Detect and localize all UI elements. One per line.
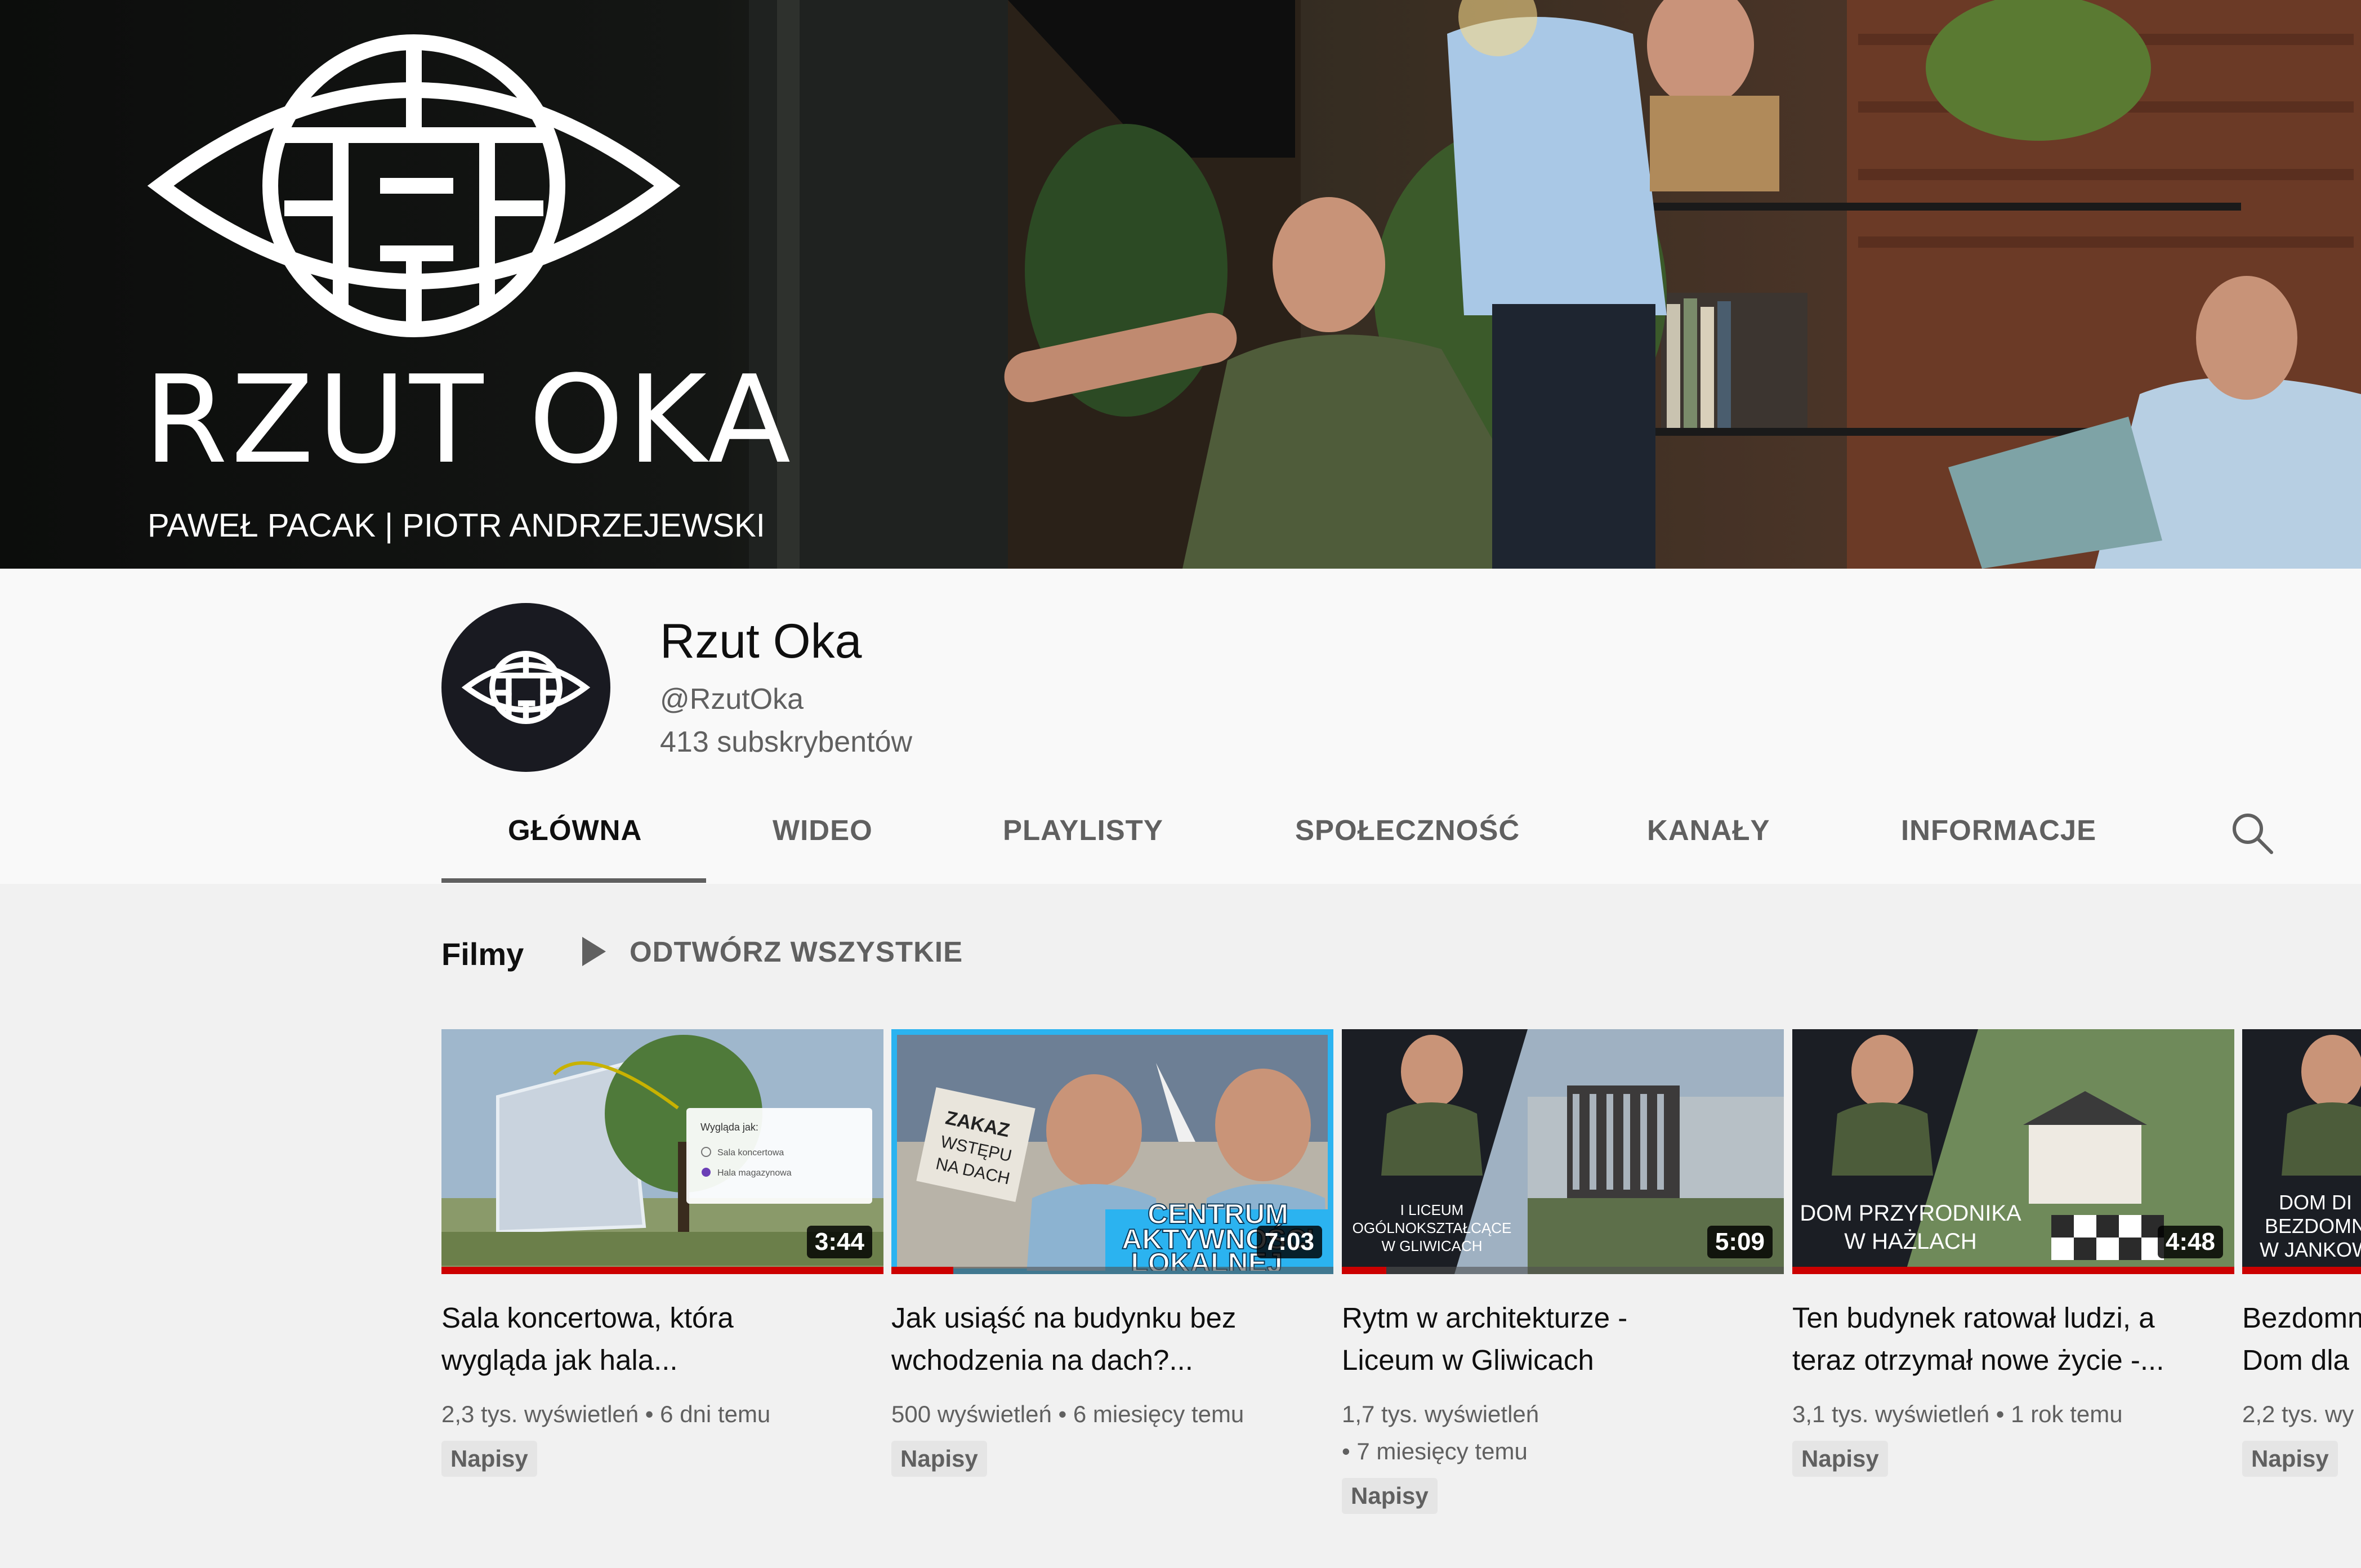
watch-progress-track xyxy=(891,1267,1333,1274)
watch-progress-bar xyxy=(1792,1267,2234,1274)
video-meta: 2,3 tys. wyświetleń • 6 dni temu xyxy=(441,1396,881,1433)
tab-informacje[interactable]: INFORMACJE xyxy=(1901,814,2096,847)
video-thumbnail[interactable]: I LICEUM OGÓLNOKSZTAŁCĄCE W GLIWICACH 5:… xyxy=(1342,1029,1784,1274)
video-meta-line: • 7 miesięcy temu xyxy=(1342,1438,1528,1464)
video-title-line[interactable]: wygląda jak hala... xyxy=(441,1339,875,1381)
banner-subtitle: PAWEŁ PACAK | PIOTR ANDRZEJEWSKI xyxy=(148,507,765,544)
video-meta-line: 500 wyświetleń • 6 miesięcy temu xyxy=(891,1401,1244,1427)
video-meta-line: 3,1 tys. wyświetleń • 1 rok temu xyxy=(1792,1401,2123,1427)
play-icon xyxy=(582,937,606,966)
eye-maze-icon xyxy=(461,650,591,725)
video-meta-line: 2,3 tys. wyświetleń • 6 dni temu xyxy=(441,1401,771,1427)
thumb-caption: BEZDOMN xyxy=(2265,1214,2361,1238)
video-title[interactable]: Ten budynek ratował ludzi, a teraz otrzy… xyxy=(1792,1297,2226,1381)
video-meta-line: 1,7 tys. wyświetleń xyxy=(1342,1401,1539,1427)
video-duration: 4:48 xyxy=(2157,1226,2223,1258)
play-all-label: ODTWÓRZ WSZYSTKIE xyxy=(630,935,963,968)
watch-progress-bar xyxy=(1342,1267,1386,1274)
thumb-caption: W JANKOW xyxy=(2260,1238,2361,1261)
video-title-line[interactable]: Dom dla xyxy=(2242,1339,2361,1381)
captions-badge: Napisy xyxy=(891,1441,987,1477)
video-title-line[interactable]: Liceum w Gliwicach xyxy=(1342,1339,1775,1381)
video-meta-line: 2,2 tys. wy xyxy=(2242,1401,2354,1427)
video-meta: 1,7 tys. wyświetleń • 7 miesięcy temu xyxy=(1342,1396,1781,1470)
video-card[interactable]: Wygląda jak: Sala koncertowa Hala magazy… xyxy=(441,1029,883,1477)
channel-banner: RZUT OKA PAWEŁ PACAK | PIOTR ANDRZEJEWSK… xyxy=(0,0,2361,569)
channel-handle: @RzutOka xyxy=(660,683,804,716)
play-all-button[interactable]: ODTWÓRZ WSZYSTKIE xyxy=(580,935,963,968)
video-thumbnail[interactable]: DOM PRZYRODNIKA W HAŻLACH 4:48 xyxy=(1792,1029,2234,1274)
video-duration: 7:03 xyxy=(1256,1226,1322,1258)
video-thumbnail[interactable]: DOM DI BEZDOMN W JANKOW xyxy=(2242,1029,2361,1274)
video-title-line[interactable]: Rytm w architekturze - xyxy=(1342,1297,1775,1339)
banner-title: RZUT OKA xyxy=(144,349,795,490)
video-title[interactable]: Rytm w architekturze - Liceum w Gliwicac… xyxy=(1342,1297,1775,1381)
search-icon[interactable] xyxy=(2230,811,2275,856)
video-title-line[interactable]: Jak usiąść na budynku bez xyxy=(891,1297,1325,1339)
section-title: Filmy xyxy=(441,936,524,972)
video-meta: 500 wyświetleń • 6 miesięcy temu xyxy=(891,1396,1331,1433)
thumb-caption: Hala magazynowa xyxy=(717,1168,792,1178)
watch-progress-bar xyxy=(891,1267,953,1274)
video-duration: 3:44 xyxy=(806,1226,872,1258)
captions-badge: Napisy xyxy=(2242,1441,2338,1477)
video-title-line[interactable]: teraz otrzymał nowe życie -... xyxy=(1792,1339,2226,1381)
avatar[interactable] xyxy=(441,603,610,772)
video-meta: 2,2 tys. wy xyxy=(2242,1396,2361,1433)
thumb-caption: Wygląda jak: xyxy=(700,1122,758,1133)
eye-maze-icon xyxy=(147,34,681,337)
watch-progress-bar xyxy=(2242,1267,2361,1274)
tab-kanaly[interactable]: KANAŁY xyxy=(1647,814,1770,847)
video-card[interactable]: DOM DI BEZDOMN W JANKOW Bezdomn Dom dla … xyxy=(2242,1029,2361,1477)
thumb-caption: I LICEUM xyxy=(1400,1201,1464,1218)
video-thumbnail[interactable]: ZAKAZ WSTĘPU NA DACH CENTRUM AKTYWNOŚCI … xyxy=(891,1029,1333,1274)
thumb-caption: OGÓLNOKSZTAŁCĄCE xyxy=(1353,1219,1512,1236)
video-duration: 5:09 xyxy=(1707,1226,1773,1258)
thumb-caption: DOM DI xyxy=(2279,1191,2352,1214)
video-title-line[interactable]: Bezdomn xyxy=(2242,1297,2361,1339)
video-card[interactable]: I LICEUM OGÓLNOKSZTAŁCĄCE W GLIWICACH 5:… xyxy=(1342,1029,1784,1514)
watch-progress-track xyxy=(1342,1267,1784,1274)
thumb-caption: W HAŻLACH xyxy=(1844,1229,1977,1254)
channel-name: Rzut Oka xyxy=(660,614,862,668)
video-title[interactable]: Jak usiąść na budynku bez wchodzenia na … xyxy=(891,1297,1325,1381)
captions-badge: Napisy xyxy=(1792,1441,1888,1477)
video-meta: 3,1 tys. wyświetleń • 1 rok temu xyxy=(1792,1396,2231,1433)
video-thumbnail[interactable]: Wygląda jak: Sala koncertowa Hala magazy… xyxy=(441,1029,883,1274)
video-title-line[interactable]: Sala koncertowa, która xyxy=(441,1297,875,1339)
tab-playlisty[interactable]: PLAYLISTY xyxy=(1003,814,1163,847)
captions-badge: Napisy xyxy=(441,1441,537,1477)
video-card[interactable]: DOM PRZYRODNIKA W HAŻLACH 4:48 Ten budyn… xyxy=(1792,1029,2234,1477)
tab-wideo[interactable]: WIDEO xyxy=(773,814,873,847)
thumb-caption: DOM PRZYRODNIKA xyxy=(1800,1201,2021,1226)
video-title-line[interactable]: Ten budynek ratował ludzi, a xyxy=(1792,1297,2226,1339)
tab-spolecznosc[interactable]: SPOŁECZNOŚĆ xyxy=(1295,814,1520,847)
video-title[interactable]: Sala koncertowa, która wygląda jak hala.… xyxy=(441,1297,875,1381)
tab-glowna[interactable]: GŁÓWNA xyxy=(508,814,642,847)
subscriber-count: 413 subskrybentów xyxy=(660,726,913,758)
video-card[interactable]: ZAKAZ WSTĘPU NA DACH CENTRUM AKTYWNOŚCI … xyxy=(891,1029,1333,1477)
captions-badge: Napisy xyxy=(1342,1478,1438,1514)
video-title-line[interactable]: wchodzenia na dach?... xyxy=(891,1339,1325,1381)
thumb-caption: Sala koncertowa xyxy=(717,1148,784,1158)
video-title[interactable]: Bezdomn Dom dla xyxy=(2242,1297,2361,1381)
active-tab-indicator xyxy=(441,878,706,883)
watch-progress-bar xyxy=(441,1267,883,1274)
thumb-caption: W GLIWICACH xyxy=(1381,1238,1482,1254)
